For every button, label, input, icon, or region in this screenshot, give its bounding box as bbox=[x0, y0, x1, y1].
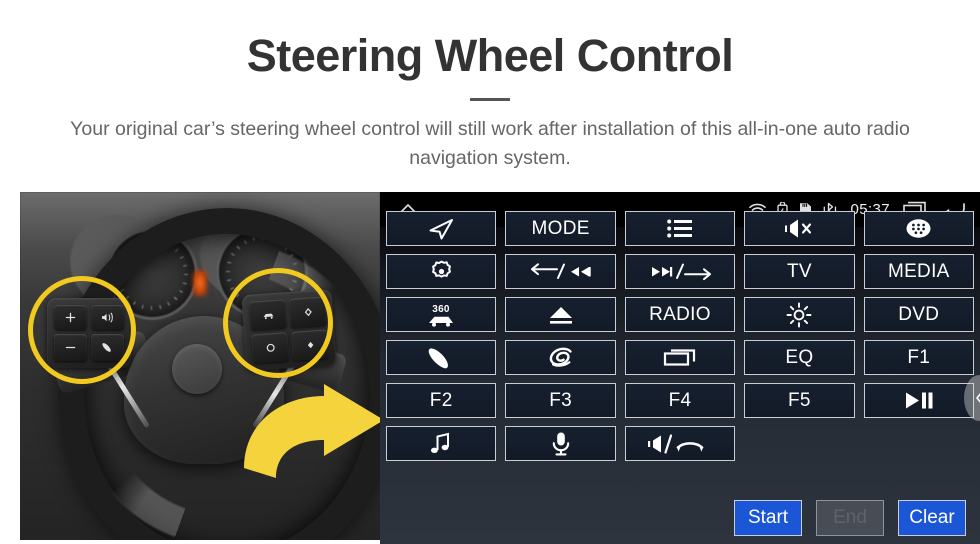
content-area: 05:37 MODE TV MEDIA 360 RADIO DVD EQ F1 … bbox=[0, 192, 980, 544]
highlight-circle-left-controls bbox=[28, 276, 136, 384]
button-f3[interactable]: F3 bbox=[505, 383, 616, 418]
button-radio[interactable]: RADIO bbox=[624, 297, 736, 332]
pointing-arrow-icon bbox=[238, 384, 380, 484]
title-divider bbox=[470, 98, 510, 101]
function-button-grid: MODE TV MEDIA 360 RADIO DVD EQ F1 F2 F3 … bbox=[386, 211, 974, 461]
button-menu-list[interactable] bbox=[624, 211, 736, 246]
button-speaker-hangup[interactable] bbox=[624, 426, 736, 461]
car-radio-screen: 05:37 MODE TV MEDIA 360 RADIO DVD EQ F1 … bbox=[380, 192, 980, 544]
button-mode[interactable]: MODE bbox=[505, 211, 616, 246]
button-media[interactable]: MEDIA bbox=[863, 254, 974, 289]
next-track-icon bbox=[651, 263, 711, 280]
button-f4-label: F4 bbox=[668, 390, 692, 411]
button-phone[interactable] bbox=[386, 340, 497, 375]
microphone-icon bbox=[552, 432, 569, 455]
button-camera-360[interactable]: 360 bbox=[386, 297, 497, 332]
start-button[interactable]: Start bbox=[734, 500, 802, 536]
button-f2[interactable]: F2 bbox=[386, 383, 497, 418]
clear-button[interactable]: Clear bbox=[898, 500, 966, 536]
function-button-area: MODE TV MEDIA 360 RADIO DVD EQ F1 F2 F3 … bbox=[380, 211, 980, 544]
button-f5[interactable]: F5 bbox=[744, 383, 855, 418]
button-mode-label: MODE bbox=[531, 218, 590, 239]
phone-handset-icon bbox=[428, 347, 449, 368]
button-tv-label: TV bbox=[786, 261, 812, 282]
button-f4[interactable]: F4 bbox=[624, 383, 736, 418]
apps-grid-icon bbox=[906, 219, 931, 238]
header-section: Steering Wheel Control Your original car… bbox=[0, 0, 980, 192]
settings-gear-icon bbox=[431, 260, 451, 278]
button-eject[interactable] bbox=[505, 297, 616, 332]
button-brightness[interactable] bbox=[744, 297, 855, 332]
steering-wheel-photo-pane bbox=[0, 192, 380, 544]
button-f3-label: F3 bbox=[549, 390, 572, 411]
mute-speaker-icon bbox=[784, 219, 811, 238]
button-f1-label: F1 bbox=[907, 347, 931, 368]
button-mute[interactable] bbox=[744, 211, 855, 246]
button-f5-label: F5 bbox=[788, 390, 811, 411]
navigation-arrow-icon bbox=[429, 218, 453, 239]
end-button-label: End bbox=[833, 507, 867, 528]
highlight-circle-right-controls bbox=[223, 268, 333, 378]
button-previous[interactable] bbox=[505, 254, 616, 289]
page-subtitle: Your original car’s steering wheel contr… bbox=[70, 118, 910, 169]
brightness-icon bbox=[786, 302, 812, 327]
button-dvd[interactable]: DVD bbox=[863, 297, 974, 332]
button-next[interactable] bbox=[624, 254, 736, 289]
360-camera-icon: 360 bbox=[429, 304, 454, 327]
start-button-label: Start bbox=[747, 507, 789, 528]
button-window[interactable] bbox=[624, 340, 736, 375]
button-eq-label: EQ bbox=[785, 347, 814, 368]
button-media-label: MEDIA bbox=[887, 261, 950, 282]
speaker-hangup-icon bbox=[647, 433, 704, 454]
page-title: Steering Wheel Control bbox=[246, 30, 734, 81]
steering-wheel-photo bbox=[20, 192, 380, 540]
swirl-browser-icon bbox=[549, 347, 572, 367]
list-menu-icon bbox=[667, 219, 692, 238]
action-button-row: Start End Clear bbox=[734, 500, 966, 536]
wheel-emblem bbox=[172, 344, 222, 394]
button-apps[interactable] bbox=[863, 211, 974, 246]
eject-icon bbox=[549, 306, 572, 324]
button-eq[interactable]: EQ bbox=[744, 340, 855, 375]
button-settings[interactable] bbox=[386, 254, 497, 289]
button-f1[interactable]: F1 bbox=[863, 340, 974, 375]
page-root: Steering Wheel Control Your original car… bbox=[0, 0, 980, 544]
button-music[interactable] bbox=[386, 426, 497, 461]
button-navigation[interactable] bbox=[386, 211, 497, 246]
svg-text:360: 360 bbox=[432, 304, 450, 315]
button-play-pause[interactable] bbox=[863, 383, 974, 418]
clear-button-label: Clear bbox=[909, 507, 955, 528]
prev-track-icon bbox=[530, 262, 591, 279]
button-f2-label: F2 bbox=[429, 390, 453, 411]
button-radio-label: RADIO bbox=[649, 304, 711, 325]
button-microphone[interactable] bbox=[505, 426, 616, 461]
button-dvd-label: DVD bbox=[898, 304, 940, 325]
end-button[interactable]: End bbox=[816, 500, 884, 536]
window-screen-icon bbox=[663, 348, 696, 366]
music-note-icon bbox=[431, 432, 450, 453]
button-tv[interactable]: TV bbox=[744, 254, 855, 289]
button-browser[interactable] bbox=[505, 340, 616, 375]
play-pause-icon bbox=[905, 392, 933, 409]
